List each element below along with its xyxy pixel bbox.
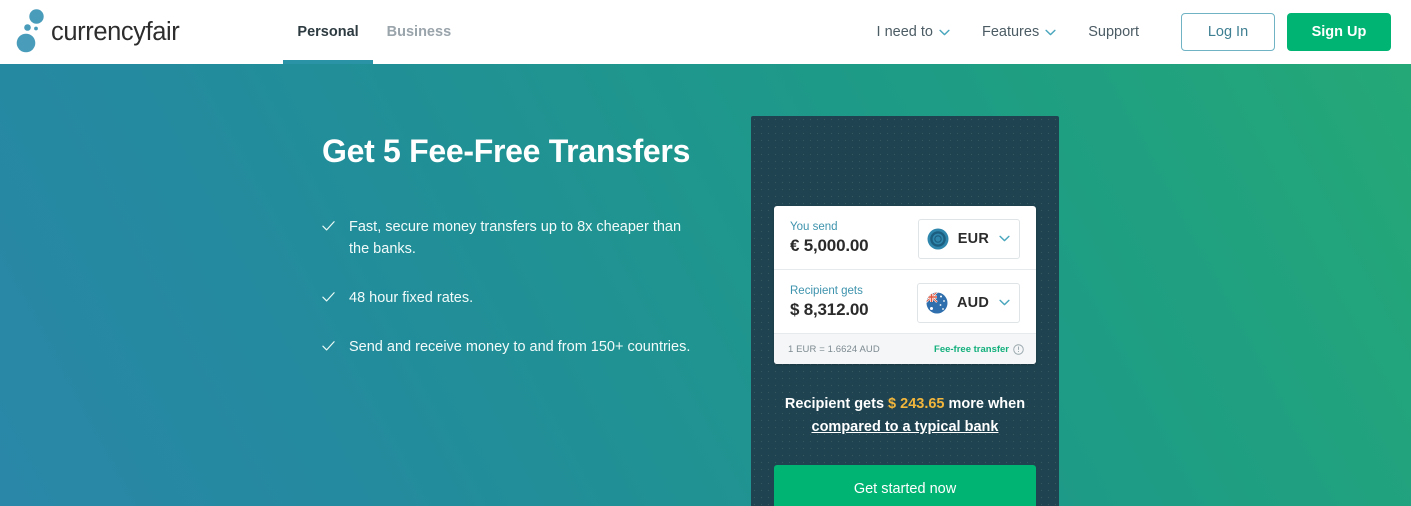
nav-item-support[interactable]: Support [1072, 0, 1155, 64]
hero-section: Get 5 Fee-Free Transfers Fast, secure mo… [0, 64, 1411, 506]
list-item-label: Fast, secure money transfers up to 8x ch… [349, 219, 682, 257]
exchange-rate: 1 EUR = 1.6624 AUD [788, 343, 880, 355]
currencyfair-dots-logo-icon [16, 9, 44, 53]
send-amount-group: You send € 5,000.00 [790, 221, 869, 256]
tab-business-label: Business [386, 24, 452, 40]
eu-flag-icon [927, 228, 949, 249]
receive-row: Recipient gets $ 8,312.00 AUD [774, 270, 1036, 334]
quote-footer: 1 EUR = 1.6624 AUD Fee-free transfer [774, 334, 1036, 364]
fee-free-badge[interactable]: Fee-free transfer [934, 344, 1024, 355]
tab-personal-label: Personal [297, 24, 359, 40]
send-label: You send [790, 221, 838, 233]
currency-quote-card: You send € 5,000.00 EUR Recipient gets $… [751, 116, 1059, 506]
chevron-down-icon [939, 29, 950, 35]
brand-logo[interactable]: currencyfair [16, 0, 180, 64]
list-item: 48 hour fixed rates. [322, 287, 702, 309]
brand-name: currencyfair [51, 17, 180, 46]
check-icon [322, 341, 335, 351]
savings-prefix: Recipient gets [784, 396, 885, 412]
hero-title: Get 5 Fee-Free Transfers [322, 133, 691, 169]
list-item: Send and receive money to and from 150+ … [322, 336, 702, 358]
chevron-down-icon [999, 235, 1010, 242]
list-item-label: 48 hour fixed rates. [349, 290, 474, 306]
receive-amount-input[interactable]: $ 8,312.00 [790, 300, 869, 320]
tab-business[interactable]: Business [373, 0, 465, 64]
send-currency-code: EUR [957, 230, 989, 247]
receive-currency-select[interactable]: AUD [916, 282, 1020, 323]
receive-label: Recipient gets [790, 285, 863, 297]
nav-item-features-label: Features [981, 24, 1040, 40]
check-icon [322, 292, 335, 302]
nav-item-i-need-to-label: I need to [876, 24, 933, 40]
primary-nav: I need to Features Support Log In Sign U… [861, 0, 1391, 64]
savings-suffix: more when [948, 396, 1026, 412]
send-row: You send € 5,000.00 EUR [774, 206, 1036, 270]
audience-tabs: Personal Business [283, 0, 465, 64]
send-amount-input[interactable]: € 5,000.00 [790, 236, 869, 256]
compare-bank-link[interactable]: compared to a typical bank [812, 417, 999, 438]
hero-copy: Get 5 Fee-Free Transfers Fast, secure mo… [322, 132, 702, 358]
fee-free-label: Fee-free transfer [934, 343, 1009, 355]
hero-benefit-list: Fast, secure money transfers up to 8x ch… [322, 216, 702, 358]
savings-amount: $ 243.65 [888, 396, 945, 412]
signup-button[interactable]: Sign Up [1287, 13, 1391, 51]
tab-personal[interactable]: Personal [283, 0, 373, 64]
nav-item-i-need-to[interactable]: I need to [861, 0, 966, 64]
savings-comparison: Recipient gets $ 243.65 more when compar… [751, 394, 1059, 438]
get-started-button[interactable]: Get started now [774, 465, 1036, 506]
login-button[interactable]: Log In [1181, 13, 1275, 51]
check-icon [322, 221, 335, 231]
nav-item-support-label: Support [1088, 24, 1139, 40]
send-currency-select[interactable]: EUR [917, 218, 1020, 259]
info-icon [1013, 343, 1024, 355]
list-item: Fast, secure money transfers up to 8x ch… [322, 216, 702, 260]
au-flag-icon [926, 292, 948, 313]
chevron-down-icon [1045, 29, 1056, 35]
nav-item-features[interactable]: Features [966, 0, 1072, 64]
quote-panel: You send € 5,000.00 EUR Recipient gets $… [774, 206, 1036, 364]
chevron-down-icon [999, 299, 1010, 306]
site-header: currencyfair Personal Business I need to… [0, 0, 1411, 64]
receive-amount-group: Recipient gets $ 8,312.00 [790, 285, 869, 320]
list-item-label: Send and receive money to and from 150+ … [349, 339, 691, 355]
receive-currency-code: AUD [956, 294, 989, 311]
